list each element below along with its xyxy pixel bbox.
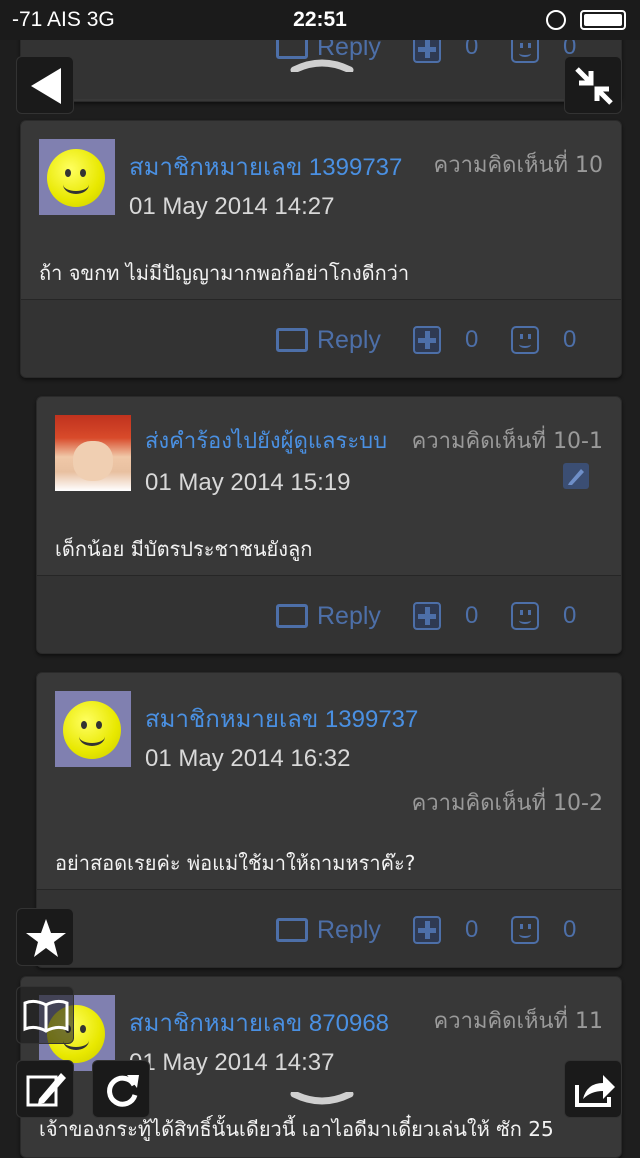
action-bar: Reply 0 0 — [37, 889, 621, 967]
plus-count: 0 — [465, 602, 479, 629]
plus-count: 0 — [465, 326, 479, 353]
reply-card: ส่งคำร้องไปยังผู้ดูแลระบบ ความคิดเห็นที่… — [36, 396, 622, 654]
emotion-count: 0 — [563, 916, 577, 943]
emotion-count: 0 — [563, 326, 577, 353]
battery-icon — [580, 10, 626, 30]
clock: 22:51 — [293, 8, 347, 31]
reading-mode-button[interactable] — [16, 986, 74, 1044]
write-comment-button[interactable] — [16, 1060, 74, 1118]
avatar[interactable] — [55, 415, 131, 491]
comment-text: ถ้า จขกท ไม่มีปัญญามากพอก้อย่าโกงดีกว่า — [39, 261, 410, 285]
smiley-avatar-icon — [47, 149, 105, 207]
plus-count: 0 — [465, 916, 479, 943]
refresh-button[interactable] — [92, 1060, 150, 1118]
reply-icon[interactable] — [276, 328, 308, 352]
comment-number: ความคิดเห็นที่ 11 — [433, 1009, 603, 1034]
emotion-count: 0 — [563, 602, 577, 629]
back-button[interactable] — [16, 56, 74, 114]
avatar[interactable] — [39, 139, 115, 215]
reply-button[interactable]: Reply — [317, 916, 381, 945]
scroll-down-handle-icon[interactable] — [290, 1092, 354, 1106]
profile-photo — [55, 415, 131, 491]
edit-icon — [26, 1073, 66, 1107]
comment-text: เด็กน้อย มีบัตรประชาชนยังลูก — [55, 537, 313, 561]
emotion-icon[interactable] — [511, 602, 539, 630]
smiley-avatar-icon — [63, 701, 121, 759]
emotion-icon[interactable] — [511, 326, 539, 354]
reply-button[interactable]: Reply — [317, 602, 381, 631]
comment-number: ความคิดเห็นที่ 10 — [433, 153, 603, 178]
commenter-name[interactable]: สมาชิกหมายเลข 1399737 — [145, 699, 418, 738]
collapse-icon — [575, 67, 613, 105]
comment-date: 01 May 2014 15:19 — [145, 469, 351, 496]
action-bar: Reply 0 0 — [21, 299, 621, 377]
refresh-icon — [107, 1075, 139, 1107]
collapse-button[interactable] — [564, 56, 622, 114]
reply-icon[interactable] — [276, 918, 308, 942]
comment-date: 01 May 2014 14:37 — [129, 1049, 335, 1076]
scroll-up-handle-icon[interactable] — [290, 58, 354, 72]
reply-card: สมาชิกหมายเลข 1399737 01 May 2014 16:32 … — [36, 672, 622, 968]
share-button[interactable] — [564, 1060, 622, 1118]
reply-icon[interactable] — [276, 604, 308, 628]
commenter-name[interactable]: สมาชิกหมายเลข 870968 — [129, 1003, 389, 1042]
share-icon — [575, 1075, 615, 1107]
plus-icon[interactable] — [413, 916, 441, 944]
book-icon — [23, 999, 69, 1033]
rotation-lock-icon — [546, 10, 566, 30]
comment-number: ความคิดเห็นที่ 10-1 — [411, 429, 603, 454]
edit-pencil-icon[interactable] — [563, 463, 589, 489]
comment-text: อย่าสอดเรยค่ะ พ่อแม่ใช้มาให้ถามหราค๊ะ? — [55, 851, 416, 875]
plus-icon[interactable] — [413, 326, 441, 354]
status-bar: -71 AIS 3G 22:51 — [0, 0, 640, 40]
plus-icon[interactable] — [413, 602, 441, 630]
emotion-icon[interactable] — [511, 916, 539, 944]
avatar[interactable] — [55, 691, 131, 767]
back-arrow-icon — [31, 68, 61, 104]
comment-number: ความคิดเห็นที่ 10-2 — [411, 791, 603, 816]
comment-date: 01 May 2014 14:27 — [129, 193, 335, 220]
action-bar: Reply 0 0 — [37, 575, 621, 653]
comment-card: สมาชิกหมายเลข 1399737 ความคิดเห็นที่ 10 … — [20, 120, 622, 378]
bookmark-star-button[interactable] — [16, 908, 74, 966]
reply-button[interactable]: Reply — [317, 326, 381, 355]
commenter-name[interactable]: ส่งคำร้องไปยังผู้ดูแลระบบ — [145, 423, 387, 458]
commenter-name[interactable]: สมาชิกหมายเลข 1399737 — [129, 147, 402, 186]
star-icon — [26, 919, 66, 957]
comment-date: 01 May 2014 16:32 — [145, 745, 351, 772]
